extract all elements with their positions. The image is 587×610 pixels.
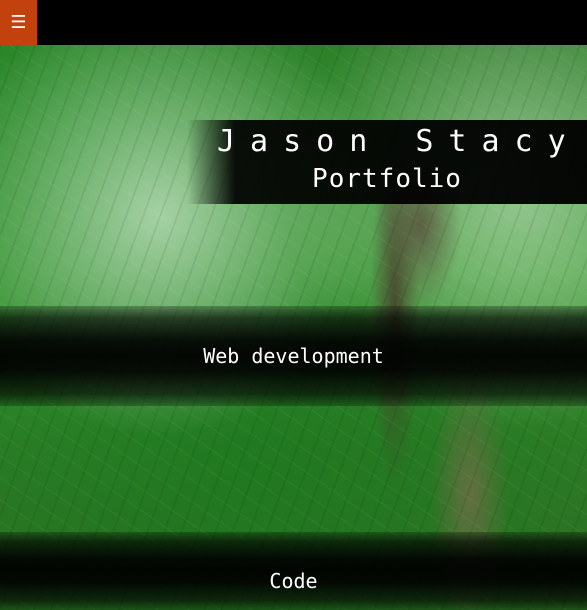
hamburger-menu-icon: ☰	[10, 11, 27, 33]
top-bar: ☰	[0, 0, 587, 45]
section-web-development[interactable]: Web development	[0, 306, 587, 406]
title-banner: Jason Stacy Portfolio	[187, 120, 587, 204]
section-label: Web development	[203, 344, 384, 368]
menu-button[interactable]: ☰	[0, 0, 37, 45]
section-label: Code	[269, 569, 318, 593]
site-subtitle: Portfolio	[312, 164, 462, 194]
site-title: Jason Stacy	[217, 124, 577, 159]
section-code[interactable]: Code	[0, 532, 587, 610]
